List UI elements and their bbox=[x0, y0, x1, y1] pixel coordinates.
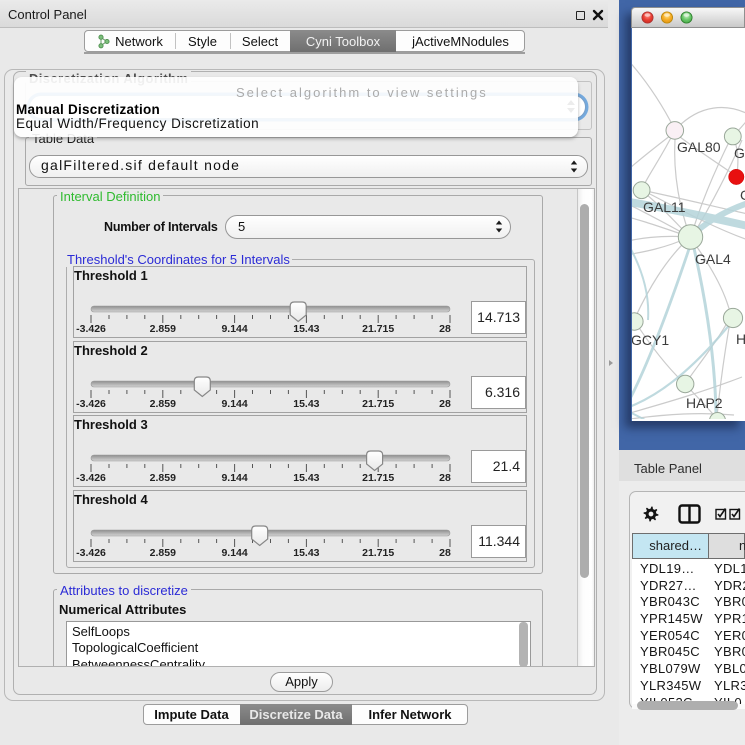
svg-text:9.144: 9.144 bbox=[221, 472, 247, 484]
svg-text:15.43: 15.43 bbox=[293, 547, 319, 559]
svg-text:9.144: 9.144 bbox=[221, 398, 247, 410]
svg-text:HAP2: HAP2 bbox=[686, 395, 723, 411]
svg-text:-3.426: -3.426 bbox=[76, 323, 106, 335]
svg-text:28: 28 bbox=[439, 398, 451, 410]
svg-text:2.859: 2.859 bbox=[150, 323, 176, 335]
svg-text:9.144: 9.144 bbox=[221, 323, 247, 335]
svg-text:21.715: 21.715 bbox=[362, 323, 394, 335]
svg-text:28: 28 bbox=[439, 472, 451, 484]
svg-text:GAL80: GAL80 bbox=[677, 139, 721, 155]
svg-text:2.859: 2.859 bbox=[150, 547, 176, 559]
svg-text:H: H bbox=[736, 331, 745, 347]
svg-text:-3.426: -3.426 bbox=[76, 398, 106, 410]
svg-text:21.715: 21.715 bbox=[362, 398, 394, 410]
svg-text:21.715: 21.715 bbox=[362, 472, 394, 484]
svg-text:28: 28 bbox=[439, 547, 451, 559]
svg-text:15.43: 15.43 bbox=[293, 398, 319, 410]
svg-text:28: 28 bbox=[439, 323, 451, 335]
svg-text:15.43: 15.43 bbox=[293, 323, 319, 335]
svg-text:2.859: 2.859 bbox=[150, 398, 176, 410]
svg-text:2.859: 2.859 bbox=[150, 472, 176, 484]
svg-text:GA: GA bbox=[734, 145, 745, 161]
svg-text:GAL11: GAL11 bbox=[643, 199, 686, 215]
svg-text:-3.426: -3.426 bbox=[76, 472, 106, 484]
svg-text:GCY1: GCY1 bbox=[632, 332, 669, 348]
svg-text:15.43: 15.43 bbox=[293, 472, 319, 484]
svg-text:9.144: 9.144 bbox=[221, 547, 247, 559]
svg-text:21.715: 21.715 bbox=[362, 547, 394, 559]
svg-text:C: C bbox=[740, 187, 745, 203]
svg-text:-3.426: -3.426 bbox=[76, 547, 106, 559]
svg-text:GAL4: GAL4 bbox=[695, 251, 731, 267]
